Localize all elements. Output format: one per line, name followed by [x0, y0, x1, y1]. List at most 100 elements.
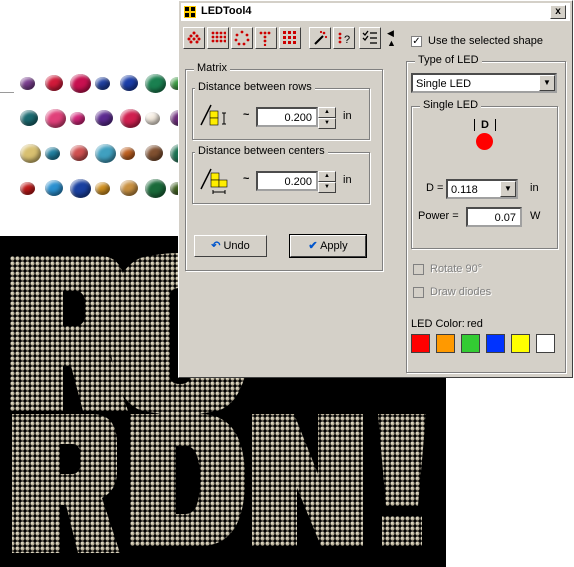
rows-distance-icon	[200, 104, 226, 126]
tool-grid-button[interactable]	[207, 27, 229, 49]
led-color-value: red	[467, 318, 483, 330]
draw-diodes-label: Draw diodes	[430, 286, 492, 298]
tool-circle-button[interactable]	[231, 27, 253, 49]
gem-sample	[70, 145, 88, 161]
centers-approx-symbol: ~	[243, 173, 250, 185]
gem-sample	[20, 143, 41, 163]
spin-up-icon[interactable]: ▲	[318, 107, 336, 118]
dropdown-arrow-icon[interactable]: ▼	[500, 181, 516, 197]
tool-matrix-shape-button[interactable]	[183, 27, 205, 49]
undo-button[interactable]: ↶ Undo	[194, 235, 267, 257]
square-grid-icon	[283, 31, 296, 44]
rows-approx-symbol: ~	[243, 109, 250, 121]
gem-sample	[120, 146, 135, 160]
gem-sample	[120, 180, 138, 196]
gem-sample	[120, 75, 138, 91]
diameter-select[interactable]: 0.118 ▼	[446, 179, 518, 199]
text-t-icon	[259, 31, 271, 46]
use-selected-shape-checkbox[interactable]: ✓	[411, 36, 422, 47]
title-bar[interactable]: LEDTool4 x	[181, 3, 570, 21]
close-icon: x	[555, 6, 561, 17]
centers-distance-icon	[200, 168, 228, 194]
rotate-checkbox[interactable]	[413, 264, 424, 275]
centers-distance-value: 0.200	[284, 176, 312, 188]
gem-sample	[70, 73, 91, 93]
diameter-marker: D	[474, 119, 496, 131]
diameter-value: 0.118	[451, 184, 478, 196]
led-type-select[interactable]: Single LED ▼	[411, 73, 557, 93]
rows-distance-spinner[interactable]: ▲ ▼	[318, 107, 336, 129]
centers-distance-unit: in	[343, 174, 352, 186]
gem-sample	[145, 73, 166, 93]
single-led-label: Single LED	[420, 99, 482, 111]
diameter-unit: in	[530, 182, 539, 194]
gem-sample	[95, 110, 113, 126]
centers-distance-label: Distance between centers	[195, 145, 328, 157]
tool-help-shape-button[interactable]: ?	[333, 27, 355, 49]
window-title: LEDTool4	[201, 5, 252, 17]
gem-sample	[95, 76, 110, 90]
spin-up-icon[interactable]: ▲	[318, 171, 336, 182]
led-color-swatch[interactable]	[436, 334, 455, 353]
dropdown-arrow-icon[interactable]: ▼	[539, 75, 555, 91]
gem-sample	[70, 111, 85, 125]
led-color-swatch[interactable]	[511, 334, 530, 353]
gem-sample	[95, 143, 116, 163]
rows-distance-value: 0.200	[284, 112, 312, 124]
magic-wand-icon	[314, 30, 328, 45]
matrix-group: Matrix Distance between rows ~ 0.200 ▲ ▼…	[185, 62, 383, 271]
diameter-label: D =	[426, 182, 444, 194]
single-led-group: Single LED D D = 0.118 ▼ in Power = 0.07…	[411, 99, 558, 249]
led-diagram: D	[474, 119, 496, 151]
use-selected-shape-label: Use the selected shape	[428, 35, 543, 47]
collapse-up-icon[interactable]: ▲	[387, 38, 396, 48]
centers-distance-spinner[interactable]: ▲ ▼	[318, 171, 336, 193]
tool-square-grid-button[interactable]	[279, 27, 301, 49]
matrix-group-label: Matrix	[194, 62, 230, 74]
circle-dots-icon	[234, 30, 250, 46]
centers-distance-input[interactable]: 0.200 ▲ ▼	[256, 171, 336, 193]
gem-sample	[145, 111, 160, 125]
power-value: 0.07	[494, 212, 516, 224]
rotate-label: Rotate 90°	[430, 263, 483, 275]
grid-icon	[211, 31, 226, 43]
led-color-swatch[interactable]	[486, 334, 505, 353]
led-type-selected: Single LED	[416, 78, 472, 90]
centers-distance-group: Distance between centers ~ 0.200 ▲ ▼ in	[192, 145, 370, 204]
rows-distance-label: Distance between rows	[195, 81, 315, 93]
ledtool-window: LEDTool4 x ? ◀ ▲ Matrix Distance between…	[178, 0, 573, 378]
gem-sample	[45, 108, 66, 128]
spin-down-icon[interactable]: ▼	[318, 182, 336, 193]
rows-distance-unit: in	[343, 110, 352, 122]
svg-text:?: ?	[344, 34, 350, 46]
help-shape-icon: ?	[338, 32, 350, 46]
led-color-label: LED Color:	[411, 318, 465, 330]
rows-distance-group: Distance between rows ~ 0.200 ▲ ▼ in	[192, 81, 370, 140]
type-of-led-label: Type of LED	[415, 54, 482, 66]
power-label: Power =	[418, 210, 459, 222]
apply-label: Apply	[320, 240, 348, 252]
checklist-icon	[362, 30, 377, 44]
spin-down-icon[interactable]: ▼	[318, 118, 336, 129]
undo-label: Undo	[223, 240, 250, 252]
gem-sample	[20, 110, 38, 126]
led-color-swatch[interactable]	[536, 334, 555, 353]
tool-text-button[interactable]	[255, 27, 277, 49]
gem-sample	[45, 180, 63, 196]
gem-sample	[95, 181, 110, 195]
rows-distance-input[interactable]: 0.200 ▲ ▼	[256, 107, 336, 129]
gem-samples	[0, 0, 200, 236]
tool-magic-wand-button[interactable]	[309, 27, 331, 49]
power-unit: W	[530, 210, 541, 222]
led-preview-dot	[476, 133, 493, 150]
gem-sample	[45, 146, 60, 160]
power-input[interactable]: 0.07	[466, 207, 522, 227]
gem-sample	[120, 108, 141, 128]
type-of-led-group: Type of LED Single LED ▼ Single LED D D …	[406, 54, 566, 373]
led-color-swatch[interactable]	[411, 334, 430, 353]
tool-checklist-button[interactable]	[359, 27, 381, 49]
led-color-swatch[interactable]	[461, 334, 480, 353]
apply-button[interactable]: ✔ Apply	[289, 234, 367, 258]
close-button[interactable]: x	[550, 5, 566, 19]
draw-diodes-checkbox[interactable]	[413, 287, 424, 298]
